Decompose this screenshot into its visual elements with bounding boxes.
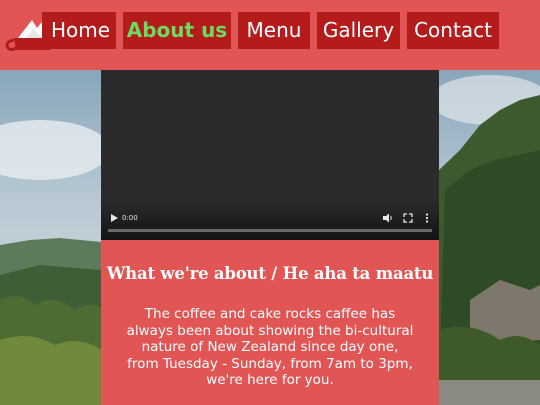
nav-item-about-us[interactable]: About us (123, 12, 231, 49)
nav-item-home[interactable]: Home (42, 12, 116, 49)
site-header: Home About us Menu Gallery Contact (0, 0, 540, 70)
video-controls: 0:00 (101, 204, 439, 240)
video-progress-bar[interactable] (108, 229, 432, 232)
play-icon[interactable] (108, 212, 120, 224)
nav-item-contact[interactable]: Contact (407, 12, 499, 49)
about-heading: What we're about / He aha ta maatu (106, 264, 434, 283)
volume-icon[interactable] (382, 212, 394, 224)
video-player[interactable]: 0:00 (101, 70, 439, 240)
about-body-text: The coffee and cake rocks caffee has alw… (126, 306, 414, 388)
about-section: What we're about / He aha ta maatu The c… (101, 240, 439, 405)
more-options-icon[interactable] (421, 212, 433, 224)
fullscreen-icon[interactable] (402, 212, 414, 224)
nav-item-menu[interactable]: Menu (238, 12, 310, 49)
video-time: 0:00 (122, 214, 138, 222)
nav-item-gallery[interactable]: Gallery (317, 12, 400, 49)
